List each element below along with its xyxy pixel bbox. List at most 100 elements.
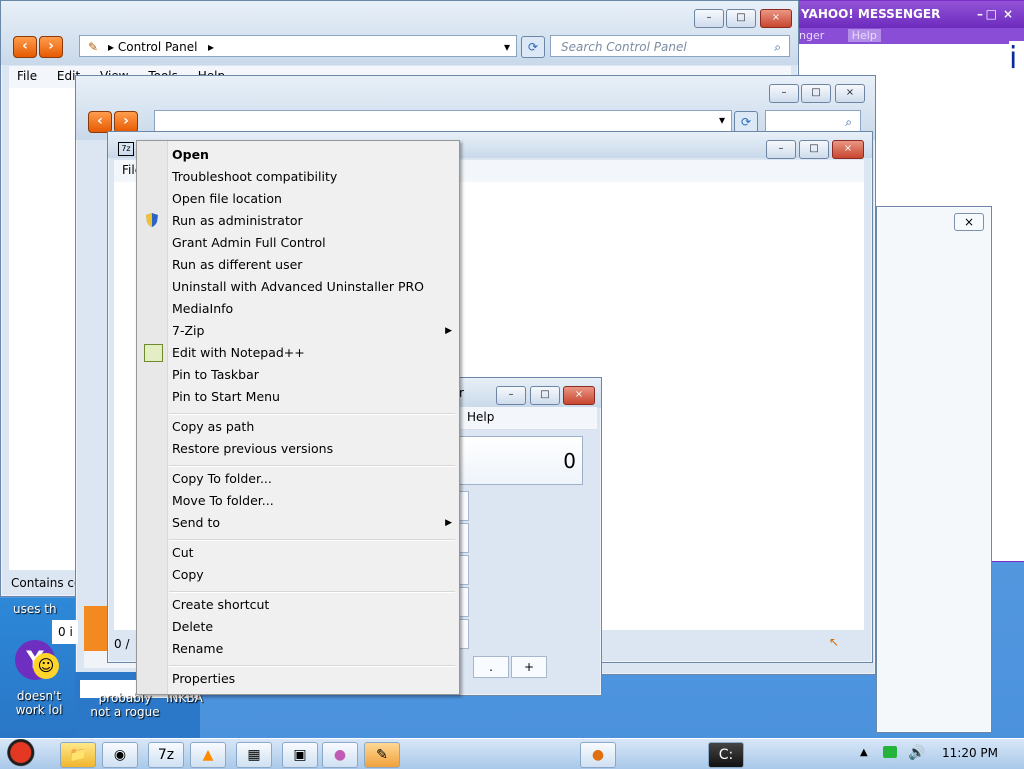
search-input[interactable]: Search Control Panel ⌕: [550, 35, 790, 57]
desktop-icon-label-line1: doesn't: [16, 689, 62, 703]
context-menu-item[interactable]: Open file location: [172, 189, 282, 209]
messenger-title-bar[interactable]: YAHOO! MESSENGER – □ ×: [791, 1, 1024, 28]
context-menu-item[interactable]: Run as administrator: [172, 211, 303, 231]
context-menu-item[interactable]: Send to ▶: [172, 513, 452, 533]
close-icon[interactable]: ×: [1003, 1, 1013, 28]
search-icon[interactable]: ⌕: [774, 36, 781, 58]
calculator-button[interactable]: [459, 523, 469, 553]
chrome-taskbar-icon[interactable]: ◉: [102, 742, 138, 768]
refresh-button[interactable]: ⟳: [521, 36, 545, 58]
network-icon[interactable]: [883, 746, 897, 758]
forward-button[interactable]: ›: [114, 111, 138, 133]
forward-button[interactable]: ›: [39, 36, 63, 58]
messenger-partial-text: i: [1009, 41, 1024, 561]
desktop-icon-label-line2: not a rogue: [90, 705, 160, 719]
status-text: 0 /: [114, 637, 130, 651]
messenger-menu-bar: nger Help: [791, 28, 1024, 44]
messenger-help-menu[interactable]: Help: [847, 29, 881, 42]
context-menu-label: Send to: [172, 515, 221, 530]
refresh-button[interactable]: ⟳: [734, 111, 758, 133]
menu-separator: [169, 591, 455, 593]
vlc-taskbar-icon[interactable]: ▲: [190, 742, 226, 768]
chevron-down-icon[interactable]: ▾: [504, 36, 510, 58]
context-menu-item[interactable]: Cut: [172, 543, 194, 563]
shield-icon: [144, 212, 160, 228]
close-button[interactable]: ×: [835, 84, 865, 103]
menu-file[interactable]: File: [9, 66, 45, 86]
search-input[interactable]: ⌕: [765, 110, 861, 132]
context-menu-item[interactable]: Run as different user: [172, 255, 302, 275]
desktop-text: uses th: [13, 602, 57, 616]
calculator-button[interactable]: [459, 555, 469, 585]
desktop-icon-label: probably not a rogue: [83, 691, 167, 719]
context-menu-item[interactable]: Restore previous versions: [172, 439, 333, 459]
calculator-taskbar-icon[interactable]: ▦: [236, 742, 272, 768]
context-menu-item[interactable]: Properties: [172, 669, 235, 689]
close-button[interactable]: ×: [563, 386, 595, 405]
close-button[interactable]: ×: [954, 213, 984, 231]
decimal-button[interactable]: .: [473, 656, 509, 678]
maximize-button[interactable]: □: [799, 140, 829, 159]
context-menu-item[interactable]: Create shortcut: [172, 595, 269, 615]
maximize-button[interactable]: □: [801, 84, 831, 103]
folder-taskbar-icon[interactable]: 📁: [60, 742, 96, 768]
close-button[interactable]: ×: [760, 9, 792, 28]
context-menu-item[interactable]: Move To folder...: [172, 491, 274, 511]
calculator-display: 0: [459, 436, 583, 485]
context-menu-item[interactable]: Open: [172, 145, 209, 165]
context-menu-item[interactable]: Uninstall with Advanced Uninstaller PRO: [172, 277, 424, 297]
app-taskbar-icon[interactable]: ●: [322, 742, 358, 768]
start-button[interactable]: [4, 739, 46, 769]
cursor-icon: ↖: [829, 635, 840, 649]
search-icon[interactable]: ⌕: [845, 111, 852, 133]
context-menu[interactable]: Open Troubleshoot compatibility Open fil…: [136, 140, 460, 695]
context-menu-item[interactable]: Delete: [172, 617, 213, 637]
maximize-button[interactable]: □: [726, 9, 756, 28]
firefox-taskbar-icon[interactable]: ●: [580, 742, 616, 768]
back-button[interactable]: ‹: [13, 36, 37, 58]
context-menu-item[interactable]: 7-Zip ▶: [172, 321, 452, 341]
calculator-window[interactable]: r – □ × Help 0 . +: [458, 377, 602, 696]
calculator-button[interactable]: [459, 491, 469, 521]
minimize-button[interactable]: –: [769, 84, 799, 103]
menu-help[interactable]: Help: [459, 407, 502, 427]
close-button[interactable]: ×: [832, 140, 864, 159]
context-menu-item[interactable]: Troubleshoot compatibility: [172, 167, 337, 187]
context-menu-item[interactable]: Copy: [172, 565, 204, 585]
context-menu-item[interactable]: Copy as path: [172, 417, 254, 437]
cmd-taskbar-icon[interactable]: C:: [708, 742, 744, 768]
address-bar[interactable]: ✎ ▸ Control Panel ▸ ▾: [79, 35, 517, 57]
minimize-button[interactable]: –: [694, 9, 724, 28]
context-menu-label: 7-Zip: [172, 323, 205, 338]
7zip-taskbar-icon[interactable]: 7z: [148, 742, 184, 768]
control-panel-taskbar-icon[interactable]: ✎: [364, 742, 400, 768]
computer-taskbar-icon[interactable]: ▣: [282, 742, 318, 768]
context-menu-item[interactable]: Pin to Start Menu: [172, 387, 280, 407]
menu-separator: [169, 465, 455, 467]
minimize-button[interactable]: –: [496, 386, 526, 405]
maximize-icon[interactable]: □: [986, 1, 997, 28]
minimize-button[interactable]: –: [766, 140, 796, 159]
clock[interactable]: 11:20 PM: [942, 746, 998, 760]
calculator-button[interactable]: [459, 619, 469, 649]
menu-separator: [169, 539, 455, 541]
context-menu-item[interactable]: Pin to Taskbar: [172, 365, 259, 385]
7zip-icon: 7z: [118, 142, 134, 156]
maximize-button[interactable]: □: [530, 386, 560, 405]
context-menu-item[interactable]: MediaInfo: [172, 299, 233, 319]
back-button[interactable]: ‹: [88, 111, 112, 133]
background-window-right[interactable]: ×: [876, 206, 992, 733]
menu-bar: Help: [459, 407, 597, 430]
chevron-down-icon[interactable]: ▾: [719, 113, 725, 127]
minimize-icon[interactable]: –: [977, 1, 983, 28]
desktop-icon-label: doesn't work lol: [4, 689, 74, 717]
breadcrumb[interactable]: Control Panel: [118, 40, 198, 54]
plus-button[interactable]: +: [511, 656, 547, 678]
context-menu-item[interactable]: Grant Admin Full Control: [172, 233, 326, 253]
context-menu-item[interactable]: Copy To folder...: [172, 469, 272, 489]
calculator-button[interactable]: [459, 587, 469, 617]
context-menu-item[interactable]: Rename: [172, 639, 223, 659]
speaker-icon[interactable]: 🔊: [908, 745, 925, 761]
context-menu-item[interactable]: Edit with Notepad++: [172, 343, 305, 363]
tray-arrow-icon[interactable]: ▲: [860, 747, 868, 758]
